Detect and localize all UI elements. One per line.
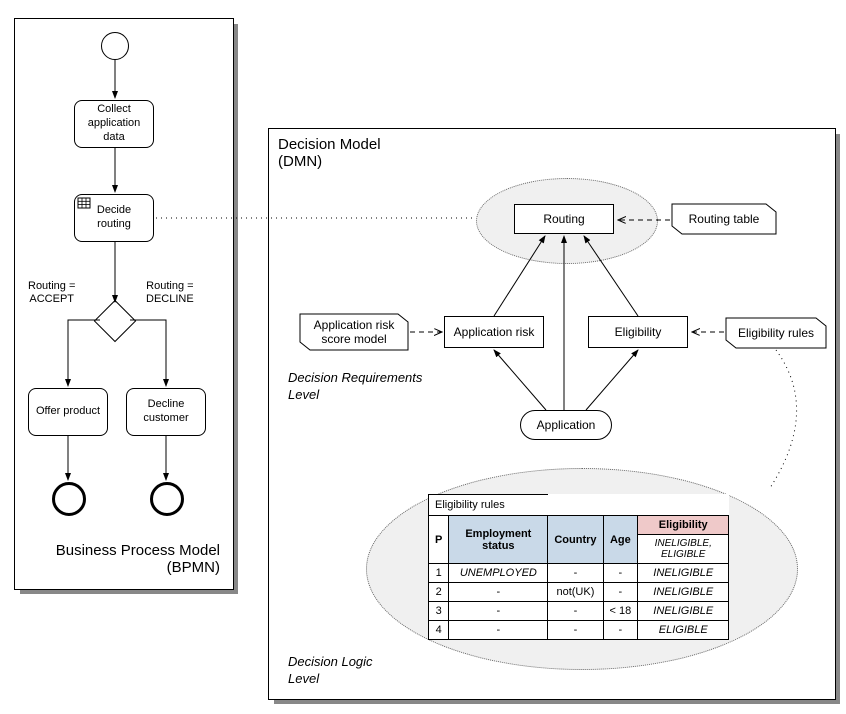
dt-out-domain: INELIGIBLE, ELIGIBLE (638, 535, 729, 564)
cond-decline: Routing = DECLINE (146, 280, 194, 306)
table-row: 3 - - < 18 INELIGIBLE (429, 602, 729, 621)
decision-app-risk: Application risk (444, 316, 544, 348)
dt-r1-out: INELIGIBLE (638, 564, 729, 583)
dt-hitpolicy: P (429, 516, 449, 564)
bpmn-title: Business Process Model (BPMN) (40, 542, 220, 576)
table-row: 2 - not(UK) - INELIGIBLE (429, 583, 729, 602)
task-offer-label: Offer product (36, 405, 100, 419)
ks-risk-model: Application risk score model (300, 314, 408, 350)
dt-r2-n: 2 (429, 583, 449, 602)
dt-r4-emp: - (449, 621, 548, 640)
dmn-title: Decision Model (DMN) (278, 136, 381, 170)
decision-app-risk-label: Application risk (454, 325, 535, 339)
end-event-decline (150, 482, 184, 516)
table-row: 1 UNEMPLOYED - - INELIGIBLE (429, 564, 729, 583)
task-offer: Offer product (28, 388, 108, 436)
ks-routing-table-label: Routing table (689, 212, 760, 226)
dt-r1-n: 1 (429, 564, 449, 583)
end-event-offer (52, 482, 86, 516)
dt-h-age: Age (603, 516, 638, 564)
dt-r4-n: 4 (429, 621, 449, 640)
input-application: Application (520, 410, 612, 440)
dt-r3-emp: - (449, 602, 548, 621)
task-collect: Collect application data (74, 100, 154, 148)
dt-r2-age: - (603, 583, 638, 602)
decision-table: Eligibility rules P Employment status Co… (428, 494, 729, 640)
dt-h-elig: Eligibility (638, 516, 729, 535)
dt-r1-emp: UNEMPLOYED (449, 564, 548, 583)
task-collect-label: Collect application data (79, 103, 149, 144)
dt-r3-n: 3 (429, 602, 449, 621)
dt-r1-country: - (548, 564, 603, 583)
ks-elig-rules-label: Eligibility rules (738, 326, 814, 340)
task-decide: Decide routing (74, 194, 154, 242)
ks-risk-model-label: Application risk score model (300, 318, 408, 347)
dt-r3-age: < 18 (603, 602, 638, 621)
dt-r2-out: INELIGIBLE (638, 583, 729, 602)
diagram-root: Business Process Model (BPMN) Decision M… (10, 10, 836, 704)
dt-r2-country: not(UK) (548, 583, 603, 602)
ks-elig-rules: Eligibility rules (726, 318, 826, 348)
ks-routing-table: Routing table (672, 204, 776, 234)
decision-table-icon (78, 198, 90, 208)
decision-eligibility-label: Eligibility (615, 325, 662, 339)
dt-rows: 1 UNEMPLOYED - - INELIGIBLE 2 - not(UK) … (429, 564, 729, 640)
dt-r2-emp: - (449, 583, 548, 602)
dt-r4-out: ELIGIBLE (638, 621, 729, 640)
input-application-label: Application (537, 418, 596, 432)
dt-r4-age: - (603, 621, 638, 640)
decision-routing: Routing (514, 204, 614, 234)
table-row: 4 - - - ELIGIBLE (429, 621, 729, 640)
dt-r3-country: - (548, 602, 603, 621)
dt-h-country: Country (548, 516, 603, 564)
decision-eligibility: Eligibility (588, 316, 688, 348)
dt-h-emp: Employment status (449, 516, 548, 564)
dt-r3-out: INELIGIBLE (638, 602, 729, 621)
start-event (101, 32, 129, 60)
dt-r4-country: - (548, 621, 603, 640)
level-req: Decision Requirements Level (288, 370, 422, 404)
decision-routing-label: Routing (543, 212, 584, 226)
cond-accept: Routing = ACCEPT (28, 280, 75, 306)
level-logic: Decision Logic Level (288, 654, 373, 688)
task-decline: Decline customer (126, 388, 206, 436)
dt-r1-age: - (603, 564, 638, 583)
dt-title: Eligibility rules (429, 495, 548, 516)
task-decline-label: Decline customer (131, 398, 201, 426)
